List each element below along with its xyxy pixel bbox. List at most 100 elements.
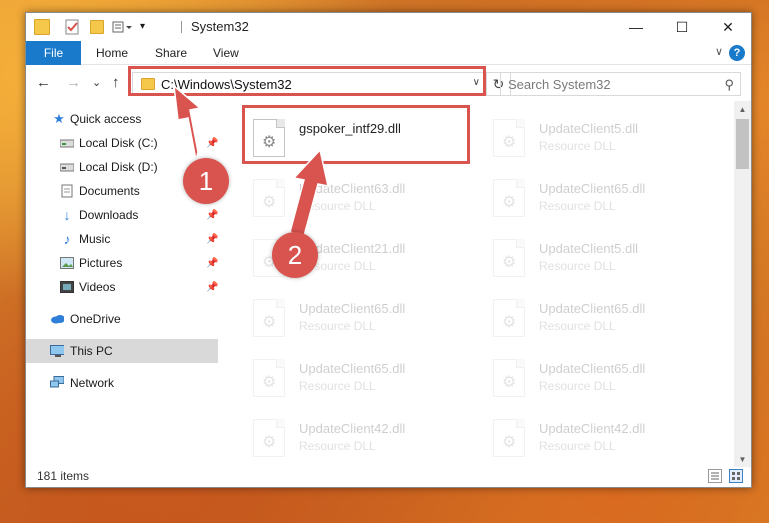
address-bar-highlight [128, 66, 486, 96]
sidebar-item-videos[interactable]: Videos 📌 [26, 275, 218, 299]
search-icon: ⚲ [724, 77, 734, 92]
tab-file[interactable]: File [26, 41, 81, 65]
file-type: Resource DLL [539, 319, 616, 333]
gear-icon: ⚙ [502, 434, 517, 451]
dll-file-icon: ⚙ [493, 419, 525, 457]
large-icons-view-icon[interactable] [729, 469, 743, 483]
ribbon-expand-icon[interactable]: ∨ [715, 45, 723, 58]
file-tile[interactable]: ⚙ UpdateClient5.dll Resource DLL [485, 113, 723, 165]
pin-icon[interactable]: 📌 [206, 210, 218, 221]
file-highlight [242, 105, 470, 164]
new-folder-icon[interactable] [90, 20, 104, 34]
dll-file-icon: ⚙ [493, 119, 525, 157]
maximize-button[interactable]: ☐ [659, 13, 705, 41]
gear-icon: ⚙ [502, 134, 517, 151]
scroll-thumb[interactable] [736, 119, 749, 169]
pin-icon[interactable]: 📌 [206, 282, 218, 293]
file-tile[interactable]: ⚙ UpdateClient65.dll Resource DLL [485, 293, 723, 345]
dll-file-icon: ⚙ [253, 179, 285, 217]
recent-locations-button[interactable]: ⌄ [92, 76, 101, 89]
help-icon[interactable]: ? [729, 45, 745, 61]
minimize-button[interactable]: — [613, 13, 659, 41]
tab-share[interactable]: Share [155, 46, 187, 60]
tab-home[interactable]: Home [96, 46, 128, 60]
folder-icon [34, 19, 50, 35]
navigation-pane: ★ Quick access Local Disk (C:) 📌 Local D… [26, 105, 218, 467]
dll-file-icon: ⚙ [493, 179, 525, 217]
scroll-up-icon[interactable]: ▲ [734, 101, 751, 117]
dll-file-icon: ⚙ [253, 359, 285, 397]
sidebar-item-local-disk-c[interactable]: Local Disk (C:) 📌 [26, 131, 218, 155]
videos-icon [60, 280, 74, 294]
title-bar: ▾ System32 — ☐ ✕ [26, 13, 751, 41]
up-button[interactable]: ↑ [112, 74, 120, 91]
file-type: Resource DLL [539, 139, 616, 153]
forward-button[interactable]: → [66, 74, 81, 91]
file-tile[interactable]: ⚙ UpdateClient65.dll Resource DLL [245, 353, 483, 405]
sidebar-item-label: Downloads [79, 208, 139, 222]
gear-icon: ⚙ [262, 194, 277, 211]
drive-icon [60, 160, 74, 174]
sidebar-item-pictures[interactable]: Pictures 📌 [26, 251, 218, 275]
tab-view[interactable]: View [213, 46, 239, 60]
sidebar-item-network[interactable]: Network [26, 371, 218, 395]
file-name: UpdateClient42.dll [539, 421, 646, 436]
file-tile[interactable]: ⚙ UpdateClient5.dll Resource DLL [485, 233, 723, 285]
file-name: UpdateClient65.dll [539, 181, 646, 196]
sidebar-item-this-pc[interactable]: This PC [26, 339, 218, 363]
file-tile[interactable]: ⚙ UpdateClient65.dll Resource DLL [485, 173, 723, 225]
search-placeholder: Search System32 [508, 77, 611, 92]
details-view-icon[interactable] [708, 469, 722, 483]
back-button[interactable]: ← [36, 74, 51, 91]
gear-icon: ⚙ [502, 254, 517, 271]
window-title: System32 [191, 19, 249, 34]
pin-icon[interactable]: 📌 [206, 234, 218, 245]
gear-icon: ⚙ [502, 314, 517, 331]
search-input[interactable]: Search System32 ⚲ [500, 72, 741, 96]
sidebar-item-label: Videos [79, 280, 116, 294]
network-icon [50, 376, 64, 390]
file-type: Resource DLL [299, 379, 376, 393]
downloads-icon: ↓ [63, 207, 71, 223]
pin-icon[interactable]: 📌 [206, 258, 218, 269]
pictures-icon [60, 256, 74, 270]
file-name: UpdateClient63.dll [299, 181, 406, 196]
documents-icon [60, 184, 74, 198]
customize-toolbar-icon[interactable] [112, 19, 132, 35]
gear-icon: ⚙ [262, 314, 277, 331]
close-button[interactable]: ✕ [705, 13, 751, 41]
quick-access-dropdown-icon[interactable]: ▾ [140, 21, 156, 37]
file-type: Resource DLL [539, 259, 616, 273]
file-tile[interactable]: ⚙ UpdateClient42.dll Resource DLL [245, 413, 483, 465]
sidebar-item-label: OneDrive [70, 312, 121, 326]
sidebar-item-label: Documents [79, 184, 140, 198]
file-name: UpdateClient65.dll [299, 361, 406, 376]
item-count: 181 items [37, 469, 90, 483]
file-tile[interactable]: ⚙ UpdateClient63.dll Resource DLL [245, 173, 483, 225]
file-tile[interactable]: ⚙ UpdateClient42.dll Resource DLL [485, 413, 723, 465]
file-name: UpdateClient5.dll [539, 241, 639, 256]
drive-icon [60, 136, 74, 150]
file-type: Resource DLL [299, 199, 376, 213]
dll-file-icon: ⚙ [493, 359, 525, 397]
title-separator [181, 21, 182, 33]
sidebar-item-label: Quick access [70, 112, 142, 126]
file-tile[interactable]: ⚙ UpdateClient65.dll Resource DLL [245, 293, 483, 345]
file-type: Resource DLL [299, 439, 376, 453]
gear-icon: ⚙ [262, 374, 277, 391]
callout-badge-1: 1 [183, 158, 229, 204]
properties-icon[interactable] [64, 19, 80, 35]
ribbon-tabs: File Home Share View ∨ ? [26, 41, 751, 65]
file-tile[interactable]: ⚙ UpdateClient65.dll Resource DLL [485, 353, 723, 405]
sidebar-item-label: Pictures [79, 256, 123, 270]
vertical-scrollbar[interactable]: ▲ ▼ [734, 101, 751, 467]
gear-icon: ⚙ [502, 194, 517, 211]
sidebar-item-music[interactable]: ♪ Music 📌 [26, 227, 219, 251]
sidebar-item-label: Local Disk (D:) [79, 160, 158, 174]
file-type: Resource DLL [539, 199, 616, 213]
sidebar-item-downloads[interactable]: ↓ Downloads 📌 [26, 203, 219, 227]
pin-icon[interactable]: 📌 [206, 138, 218, 149]
sidebar-item-onedrive[interactable]: OneDrive [26, 307, 218, 331]
sidebar-item-quick-access[interactable]: ★ Quick access [26, 107, 218, 131]
cloud-icon [50, 312, 64, 326]
